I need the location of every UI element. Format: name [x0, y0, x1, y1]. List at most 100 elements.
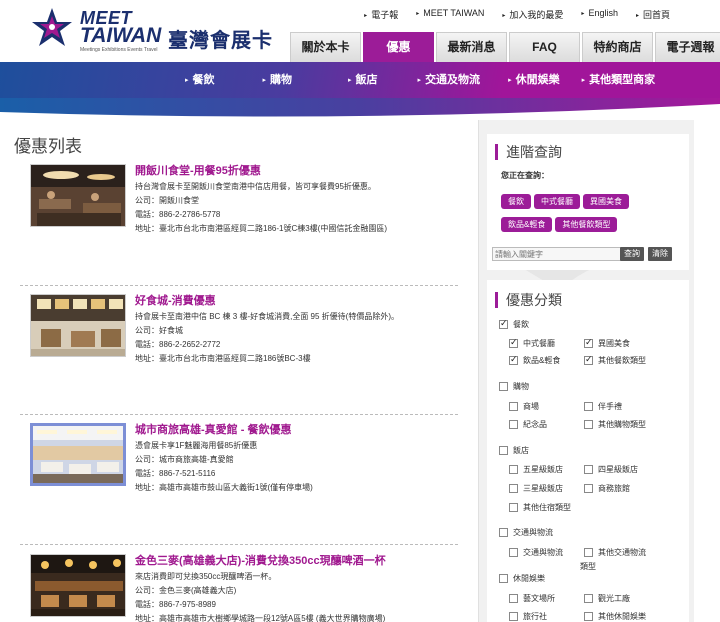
category-international-cuisine[interactable]: 異國美食 [584, 337, 630, 349]
nav-hotel[interactable]: 飯店 [348, 71, 378, 87]
nav-leisure[interactable]: 休閒娛樂 [508, 71, 560, 87]
checkbox-icon[interactable] [584, 420, 593, 429]
offer-thumbnail[interactable] [30, 423, 126, 486]
meet-taiwan-star-icon [32, 8, 72, 46]
category-five-star-hotel[interactable]: 五星級飯店 [509, 464, 563, 475]
checkbox-icon[interactable] [499, 528, 508, 537]
tab-news[interactable]: 最新消息 [436, 32, 507, 62]
category-business-hotel[interactable]: 商務旅館 [584, 483, 630, 494]
checkbox-icon[interactable] [499, 318, 508, 329]
checkbox-icon[interactable] [499, 446, 508, 455]
category-hotel[interactable]: 飯店 [499, 445, 529, 456]
util-link-home[interactable]: 回首頁 [636, 8, 670, 21]
checkbox-icon[interactable] [509, 548, 518, 557]
category-drinks-snacks[interactable]: 飲品&輕食 [509, 354, 560, 366]
checkbox-icon[interactable] [509, 420, 518, 429]
keyword-search-input[interactable] [492, 247, 622, 261]
item-divider [20, 544, 458, 545]
offer-description: 來店消費即可兌換350cc現釀啤酒一杯。 [135, 572, 277, 581]
offer-thumbnail[interactable] [30, 164, 126, 227]
item-divider [20, 414, 458, 415]
offer-description: 持台灣會展卡至開飯川食堂南港中信店用餐，皆可享餐費95折優惠。 [135, 182, 376, 191]
category-dining[interactable]: 餐飲 [499, 318, 529, 330]
category-nav: 餐飲 購物 飯店 交通及物流 休閒娛樂 其他類型商家 [0, 62, 720, 120]
checkbox-icon[interactable] [584, 402, 593, 411]
item-divider [20, 285, 458, 286]
advanced-search-title: 進階查詢 [495, 144, 689, 160]
tab-faq[interactable]: FAQ [509, 32, 580, 62]
util-link-newsletter[interactable]: 電子報 [364, 8, 398, 21]
offer-phone: 電話：886-2-2652-2772 [135, 340, 221, 349]
checkbox-icon[interactable] [509, 337, 518, 348]
category-leisure[interactable]: 休閒娛樂 [499, 573, 545, 584]
checkbox-icon[interactable] [509, 612, 518, 621]
filter-pill-chinese[interactable]: 中式餐廳 [534, 194, 580, 209]
offer-phone: 電話：886-7-975-8989 [135, 600, 216, 609]
clear-button[interactable]: 清除 [648, 247, 672, 261]
offer-phone: 電話：886-2-2786-5778 [135, 210, 221, 219]
checkbox-icon[interactable] [584, 484, 593, 493]
offer-company: 公司：開飯川食堂 [135, 196, 199, 205]
meet-taiwan-logo[interactable]: MEET TAIWAN Meetings Exhibitions Events … [30, 6, 273, 54]
category-other-lodging[interactable]: 其他住宿類型 [509, 502, 571, 513]
category-four-star-hotel[interactable]: 四星級飯店 [584, 464, 638, 475]
checkbox-icon[interactable] [509, 402, 518, 411]
nav-transport-logistics[interactable]: 交通及物流 [418, 71, 480, 87]
category-other-transport[interactable]: 其他交通物流 [584, 547, 646, 558]
category-shopping[interactable]: 購物 [499, 381, 529, 392]
category-mall[interactable]: 商場 [509, 401, 539, 412]
category-other-shopping[interactable]: 其他購物類型 [584, 419, 646, 430]
util-link-meet-taiwan[interactable]: MEET TAIWAN [416, 8, 484, 21]
offer-thumbnail[interactable] [30, 554, 126, 617]
tab-partner-stores[interactable]: 特約商店 [582, 32, 653, 62]
offer-thumbnail[interactable] [30, 294, 126, 357]
category-memento[interactable]: 紀念品 [509, 419, 547, 430]
checkbox-icon[interactable] [584, 548, 593, 557]
category-chinese-restaurant[interactable]: 中式餐廳 [509, 337, 555, 349]
page-title: 優惠列表 [14, 137, 82, 156]
checkbox-icon[interactable] [584, 465, 593, 474]
offer-title[interactable]: 開飯川食堂-用餐95折優惠 [135, 164, 475, 179]
offer-title[interactable]: 城市商旅高雄-真愛館 - 餐飲優惠 [135, 423, 475, 438]
search-button[interactable]: 查詢 [620, 247, 644, 261]
category-tourist-factory[interactable]: 觀光工廠 [584, 593, 630, 604]
nav-other-merchants[interactable]: 其他類型商家 [582, 71, 655, 87]
checkbox-icon[interactable] [509, 594, 518, 603]
category-other-leisure[interactable]: 其他休閒娛樂 [584, 611, 646, 622]
category-three-star-hotel[interactable]: 三星級飯店 [509, 483, 563, 494]
category-transport-logistics[interactable]: 交通與物流 [509, 547, 563, 558]
checkbox-icon[interactable] [584, 612, 593, 621]
offer-details: 開飯川食堂-用餐95折優惠 持台灣會展卡至開飯川食堂南港中信店用餐，皆可享餐費9… [135, 164, 475, 236]
checkbox-icon[interactable] [509, 465, 518, 474]
filter-pill-dining[interactable]: 餐飲 [501, 194, 531, 209]
nav-dining[interactable]: 餐飲 [185, 71, 215, 87]
tab-about-card[interactable]: 關於本卡 [290, 32, 361, 62]
nav-shopping[interactable]: 購物 [263, 71, 292, 87]
logo-chinese-name: 臺灣會展卡 [168, 30, 273, 52]
active-filter-pills: 餐飲 中式餐廳 異國美食飲品&輕食 其他餐飲類型 [501, 191, 681, 237]
checkbox-icon[interactable] [509, 354, 518, 365]
category-arts-venue[interactable]: 藝文場所 [509, 593, 555, 604]
tab-offers[interactable]: 優惠 [363, 32, 434, 62]
checkbox-icon[interactable] [509, 484, 518, 493]
category-travel-agency[interactable]: 旅行社 [509, 611, 547, 622]
filter-pill-other-dining[interactable]: 其他餐飲類型 [555, 217, 618, 232]
offer-title[interactable]: 好食城-消費優惠 [135, 294, 475, 309]
checkbox-icon[interactable] [584, 354, 593, 365]
logo-taiwan-text: TAIWAN [80, 24, 162, 47]
tab-e-weekly[interactable]: 電子週報 [655, 32, 720, 62]
offer-title[interactable]: 金色三麥(高雄義大店)-消費兌換350cc現釀啤酒一杯 [135, 554, 475, 569]
util-link-english[interactable]: English [581, 8, 618, 21]
filter-pill-international[interactable]: 異國美食 [583, 194, 629, 209]
checkbox-icon[interactable] [509, 503, 518, 512]
checkbox-icon[interactable] [584, 594, 593, 603]
offer-address: 地址：高雄市高雄市大樹鄉學城路一段12號A區5樓 (義大世界購物廣場) [135, 614, 386, 622]
checkbox-icon[interactable] [499, 382, 508, 391]
util-link-add-favorite[interactable]: 加入我的最愛 [502, 8, 563, 21]
checkbox-icon[interactable] [584, 337, 593, 348]
checkbox-icon[interactable] [499, 574, 508, 583]
category-souvenir-gift[interactable]: 伴手禮 [584, 401, 622, 412]
category-other-dining[interactable]: 其他餐飲類型 [584, 354, 646, 366]
category-transport[interactable]: 交通與物流 [499, 527, 553, 538]
filter-pill-drinks-snacks[interactable]: 飲品&輕食 [501, 217, 553, 232]
